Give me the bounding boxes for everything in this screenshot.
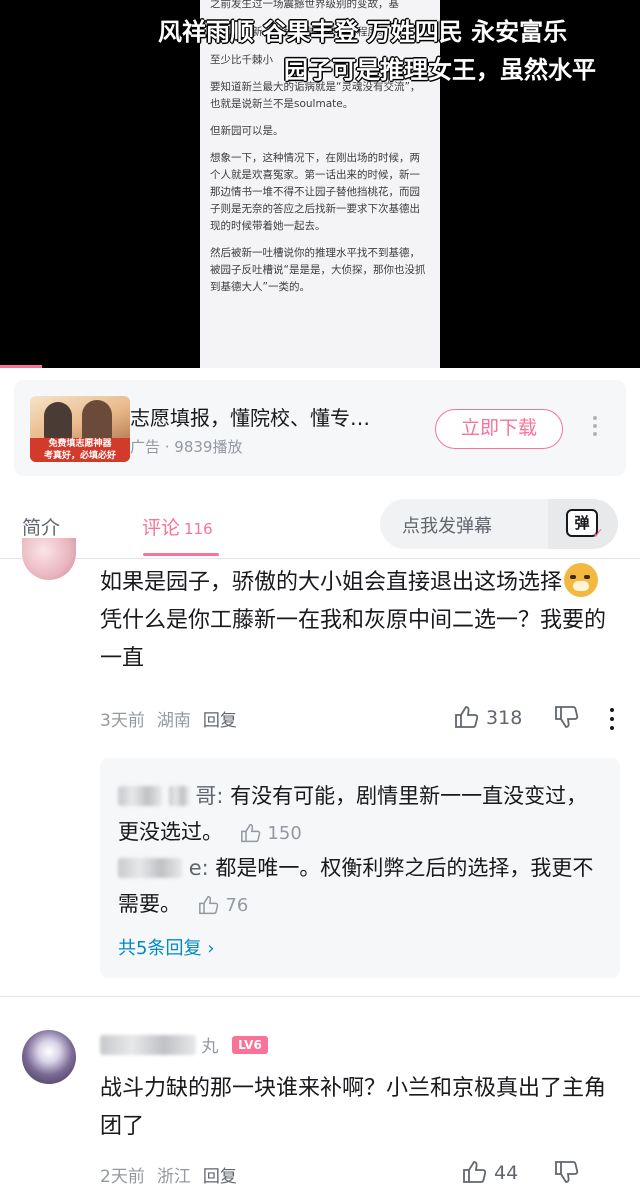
dislike-button[interactable] [554,1160,580,1184]
tab-intro[interactable]: 简介 [22,513,60,540]
danmaku-icon: 弹 ✓ [566,509,604,541]
like-count: 44 [494,1162,519,1184]
blurred-username [118,858,182,878]
comment-username[interactable]: 丸 [100,1032,218,1057]
thumbs-up-icon [198,895,218,915]
comment-count: 116 [184,520,213,538]
reply-username[interactable]: 哥: [195,784,223,808]
comment-location: 湖南 [156,711,191,731]
comment-text: 战斗力缺的那一块谁来补啊？小兰和京极真出了主角团了 [100,1076,607,1139]
danmaku-comment: 风祥雨顺 谷果丰登 万姓四民 永安富乐 [158,18,568,46]
chevron-right-icon: › [207,938,215,959]
reply-item: e: 都是唯一。权衡利弊之后的选择，我更不需要。 76 [118,850,608,924]
ad-thumb-text: 考真好，必填必好 [43,451,116,461]
ad-thumbnail: 免费填志愿神器 考真好，必填必好 [30,396,130,462]
tab-comments-label: 评论 [142,517,181,539]
avatar[interactable] [22,1030,76,1084]
doge-emoji-icon [564,563,599,597]
comment-time: 2天前 [100,1167,145,1187]
ad-thumb-text: 免费填志愿神器 [48,439,112,449]
ad-title: 志愿填报，懂院校、懂专… [130,406,370,430]
reply-like-count: 76 [225,895,249,916]
more-vertical-icon[interactable] [606,708,618,732]
reply-item: 哥: 有没有可能，剧情里新一一直没变过，更没选过。 150 [118,778,608,852]
tab-comments[interactable]: 评论 116 [142,513,213,540]
like-button[interactable]: 318 [454,705,522,729]
download-button[interactable]: 立即下载 [435,409,563,449]
ad-meta: 广告 · 9839播放 [130,438,243,456]
comment-meta: 2天前 浙江 回复 [100,1162,237,1187]
doc-line: 但新园可以是。 [210,125,284,137]
thumbs-up-icon [463,1161,487,1183]
blurred-username [100,1035,196,1055]
thumbs-down-icon [555,1161,579,1183]
danmaku-placeholder: 点我发弹幕 [402,516,492,537]
comment-meta: 3天前 湖南 回复 [100,706,237,731]
thumbs-up-icon [240,823,260,843]
reply-button[interactable]: 回复 [203,1167,237,1187]
comment-location: 浙江 [156,1167,191,1187]
reply-like-count: 150 [267,823,302,844]
comment-time: 3天前 [100,711,145,731]
reply-button[interactable]: 回复 [203,711,237,731]
ad-card[interactable]: 免费填志愿神器 考真好，必填必好 志愿填报，懂院校、懂专… 广告 · 9839播… [14,380,626,476]
view-all-replies-link[interactable]: 共5条回复 › [118,934,214,960]
danmaku-comment: 园子可是推理女王，虽然水平 [284,56,596,84]
reply-like[interactable]: 76 [198,895,249,916]
reply-preview-box[interactable]: 哥: 有没有可能，剧情里新一一直没变过，更没选过。 150 e: 都是唯一。权衡… [100,758,620,978]
video-progress-bar[interactable] [0,365,42,368]
level-badge: LV6 [232,1036,268,1054]
like-button[interactable]: 44 [462,1160,518,1184]
like-count: 318 [486,707,523,729]
reply-like[interactable]: 150 [240,823,302,844]
avatar[interactable] [22,538,76,580]
dislike-button[interactable] [554,705,580,729]
thumbs-down-icon [555,706,579,728]
comment-text: 如果是园子，骄傲的大小姐会直接退出这场选择 凭什么是你工藤新一在我和灰原中间二选一… [100,563,620,678]
danmaku-input[interactable]: 点我发弹幕 弹 ✓ [380,499,618,549]
tab-active-indicator [143,553,219,556]
danmaku-toggle-button[interactable]: 弹 ✓ [548,499,618,549]
thumbs-up-icon [455,706,479,728]
blurred-username [118,786,162,806]
video-player[interactable]: 之前发生过一场震撼世界级别的变故，基 于此，对新一都稍微有点残忍的程度。 至少比… [0,0,640,368]
reply-username[interactable]: e: [189,856,209,880]
doc-line: 想象一下，这种情况下，在刚出场的时候，两个人就是欢喜冤家。第一话出来的时候，新一… [210,152,420,232]
doc-line: 然后被新一吐槽说你的推理水平找不到基德，被园子反吐槽说“是是是，大侦探，那你也没… [210,247,426,293]
divider [0,996,640,997]
more-vertical-icon[interactable] [588,416,602,442]
tab-bar: 简介 评论 116 点我发弹幕 弹 ✓ [0,491,640,559]
